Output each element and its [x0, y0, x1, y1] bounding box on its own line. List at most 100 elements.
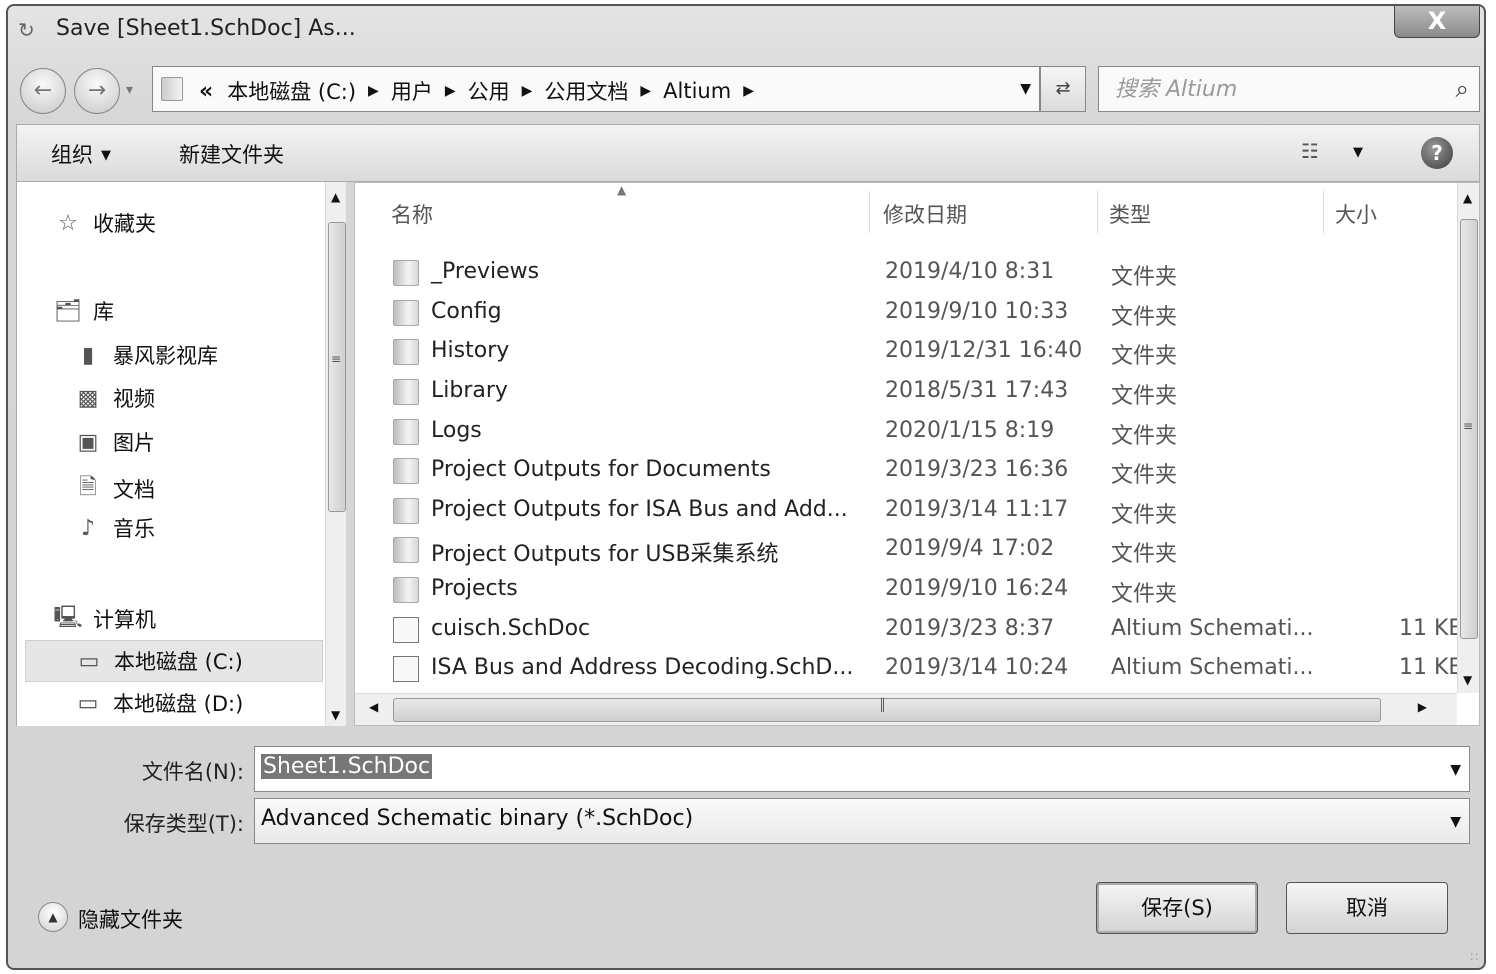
film-icon: ▩: [77, 385, 99, 411]
chevron-right-icon[interactable]: ▶: [522, 83, 533, 99]
chevron-right-icon[interactable]: ▶: [640, 83, 651, 99]
column-header-type[interactable]: 类型: [1109, 199, 1151, 229]
scroll-down-icon[interactable]: ▼: [331, 708, 340, 722]
search-input[interactable]: [1115, 75, 1415, 103]
nav-item-storm-video-library[interactable]: ▮ 暴风影视库: [73, 340, 218, 370]
table-row[interactable]: Project Outputs for USB采集系统 2019/9/4 17:…: [355, 530, 1455, 570]
refresh-button[interactable]: ⇄: [1040, 66, 1086, 112]
nav-item-label: 本地磁盘 (C:): [114, 650, 243, 674]
scroll-up-icon[interactable]: ▲: [331, 190, 340, 204]
nav-item-music[interactable]: ♪ 音乐: [73, 513, 155, 543]
filename-input[interactable]: Sheet1.SchDoc: [261, 754, 433, 779]
filetype-select[interactable]: Advanced Schematic binary (*.SchDoc) ▼: [254, 798, 1470, 844]
nav-item-drive-c[interactable]: ▭ 本地磁盘 (C:): [25, 640, 323, 682]
file-list: ▲ 名称 修改日期 类型 大小 _Previews 2019/4/10 8:31…: [354, 182, 1480, 726]
nav-item-label: 收藏夹: [93, 212, 156, 236]
search-icon[interactable]: ⌕: [1456, 75, 1469, 103]
view-dropdown-icon[interactable]: ▼: [1353, 145, 1363, 160]
nav-item-computer[interactable]: 🖳 计算机: [53, 600, 156, 638]
breadcrumb-overflow[interactable]: «: [199, 79, 213, 104]
column-header-size[interactable]: 大小: [1335, 199, 1377, 229]
nav-item-label: 计算机: [93, 608, 156, 632]
file-list-vertical-scrollbar[interactable]: ▲ ≡ ▼: [1457, 183, 1479, 693]
file-name: Project Outputs for ISA Bus and Add...: [431, 497, 848, 522]
scroll-right-icon[interactable]: ▶: [1418, 700, 1427, 714]
file-type: 文件夹: [1111, 582, 1178, 607]
address-bar[interactable]: « 本地磁盘 (C:) ▶ 用户 ▶ 公用 ▶ 公用文档 ▶ Altium ▶ …: [152, 66, 1040, 112]
file-date: 2019/9/10 16:24: [885, 576, 1069, 601]
column-divider[interactable]: [869, 191, 870, 233]
file-type: 文件夹: [1111, 463, 1178, 488]
table-row[interactable]: Logs 2020/1/15 8:19 文件夹: [355, 412, 1455, 452]
file-name: History: [431, 338, 510, 363]
breadcrumb-item[interactable]: 公用: [468, 76, 510, 106]
nav-pane-scrollbar[interactable]: ▲ ≡ ▼: [325, 182, 346, 726]
scroll-left-icon[interactable]: ◀: [369, 700, 378, 714]
new-folder-button[interactable]: 新建文件夹: [179, 139, 284, 169]
file-type: 文件夹: [1111, 503, 1178, 528]
view-options-icon[interactable]: ☷: [1301, 139, 1319, 163]
arrow-left-icon: ←: [33, 78, 53, 103]
table-row[interactable]: _Previews 2019/4/10 8:31 文件夹: [355, 253, 1455, 293]
music-note-icon: ♪: [80, 515, 96, 541]
breadcrumb-item[interactable]: 本地磁盘 (C:): [227, 76, 356, 106]
table-row[interactable]: History 2019/12/31 16:40 文件夹: [355, 332, 1455, 372]
search-box: ⌕: [1098, 66, 1480, 112]
nav-item-drive-d[interactable]: ▭ 本地磁盘 (D:): [73, 688, 244, 718]
chevron-up-icon[interactable]: ▲: [38, 902, 68, 932]
scroll-thumb[interactable]: [393, 698, 1381, 722]
scroll-up-icon[interactable]: ▲: [1463, 191, 1472, 205]
hide-folders-button[interactable]: 隐藏文件夹: [78, 904, 183, 934]
column-divider[interactable]: [1323, 191, 1324, 233]
file-date: 2019/3/23 8:37: [885, 616, 1055, 641]
folder-icon: [393, 577, 419, 603]
chevron-right-icon[interactable]: ▶: [368, 83, 379, 99]
file-list-horizontal-scrollbar[interactable]: ◀ ║ ▶: [355, 693, 1457, 725]
file-type: Altium Schemati...: [1111, 616, 1314, 641]
address-dropdown-icon[interactable]: ▼: [1020, 81, 1031, 97]
file-size: 11 KE: [1399, 655, 1463, 680]
chevron-down-icon[interactable]: ▼: [1450, 814, 1461, 830]
nav-item-favorites[interactable]: ☆ 收藏夹: [53, 208, 156, 238]
resize-grip-icon[interactable]: ∷: [1470, 950, 1478, 964]
help-button[interactable]: ?: [1421, 137, 1453, 169]
forward-button[interactable]: →: [74, 68, 120, 114]
close-button[interactable]: X: [1394, 6, 1480, 38]
chevron-right-icon[interactable]: ▶: [743, 83, 754, 99]
table-row[interactable]: ISA Bus and Address Decoding.SchD... 201…: [355, 649, 1462, 689]
back-button[interactable]: ←: [20, 68, 66, 114]
file-name: cuisch.SchDoc: [431, 616, 591, 641]
breadcrumb-item[interactable]: Altium: [663, 79, 731, 103]
table-row[interactable]: Library 2018/5/31 17:43 文件夹: [355, 372, 1455, 412]
nav-item-documents[interactable]: 🗎 文档: [73, 470, 155, 508]
table-row[interactable]: Projects 2019/9/10 16:24 文件夹: [355, 570, 1455, 610]
table-row[interactable]: cuisch.SchDoc 2019/3/23 8:37 Altium Sche…: [355, 610, 1462, 650]
filename-combobox[interactable]: Sheet1.SchDoc ▼: [254, 746, 1470, 792]
column-header-name[interactable]: 名称: [391, 199, 433, 229]
nav-item-pictures[interactable]: ▣ 图片: [73, 427, 155, 457]
column-header-date[interactable]: 修改日期: [883, 199, 967, 229]
scroll-thumb[interactable]: [328, 222, 346, 512]
chevron-down-icon[interactable]: ▼: [1450, 762, 1461, 778]
recent-pages-dropdown[interactable]: ▾: [126, 82, 133, 98]
breadcrumb-item[interactable]: 用户: [391, 76, 433, 106]
nav-item-libraries[interactable]: 🗂 库: [53, 296, 114, 326]
drive-icon: ▭: [77, 690, 99, 716]
table-row[interactable]: Project Outputs for ISA Bus and Add... 2…: [355, 491, 1455, 531]
table-row[interactable]: Config 2019/9/10 10:33 文件夹: [355, 293, 1455, 333]
scroll-down-icon[interactable]: ▼: [1463, 673, 1472, 687]
column-divider[interactable]: [1097, 191, 1098, 233]
window-title: Save [Sheet1.SchDoc] As...: [56, 16, 356, 41]
file-type: 文件夹: [1111, 384, 1178, 409]
navigation-pane: ☆ 收藏夹 🗂 库 ▮ 暴风影视库 ▩ 视频 ▣ 图片 🗎 文档 ♪ 音乐 🖳: [16, 182, 346, 726]
breadcrumb-item[interactable]: 公用文档: [544, 76, 628, 106]
folder-icon: [393, 419, 419, 445]
save-button[interactable]: 保存(S): [1096, 882, 1258, 934]
cancel-button[interactable]: 取消: [1286, 882, 1448, 934]
nav-item-videos[interactable]: ▩ 视频: [73, 383, 155, 413]
chevron-right-icon[interactable]: ▶: [445, 83, 456, 99]
file-date: 2020/1/15 8:19: [885, 418, 1055, 443]
table-row[interactable]: Project Outputs for Documents 2019/3/23 …: [355, 451, 1455, 491]
organize-button[interactable]: 组织 ▼: [51, 139, 111, 169]
file-date: 2019/3/14 11:17: [885, 497, 1069, 522]
